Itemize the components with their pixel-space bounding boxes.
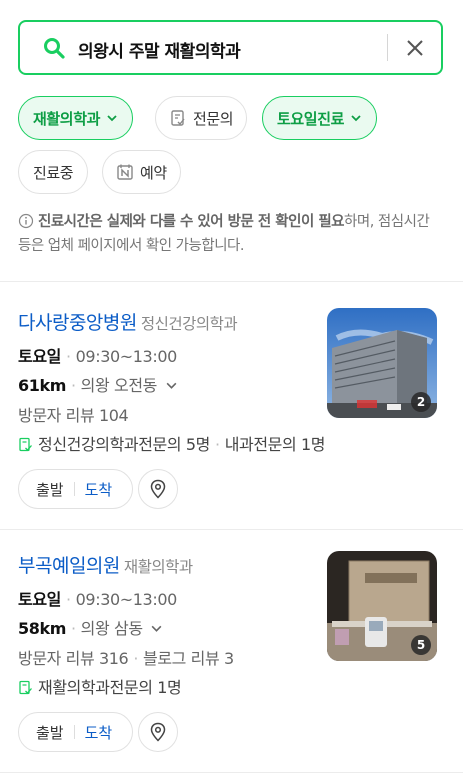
chevron-down-icon[interactable] [150, 622, 163, 635]
filter-chip-reservation[interactable]: 예약 [102, 150, 181, 194]
hours-notice: 진료시간은 실제와 다를 수 있어 방문 전 확인이 필요하며, 점심시간 등은… [18, 210, 446, 258]
route-button[interactable]: 출발 도착 [18, 469, 133, 509]
filter-chip-label: 진료중 [33, 163, 74, 182]
divider [0, 281, 463, 282]
divider [0, 772, 463, 773]
place-name[interactable]: 다사랑중앙병원 [18, 312, 137, 334]
depart-button[interactable]: 출발 [19, 479, 64, 500]
blog-review-count[interactable]: 블로그 리뷰 3 [143, 649, 234, 668]
chevron-down-icon [351, 115, 361, 122]
specialist-icon [19, 437, 32, 452]
filter-chip-saturday[interactable]: 토요일진료 [262, 96, 378, 140]
specialist-info: 내과전문의 1명 [224, 435, 326, 454]
place-category: 재활의학과 [123, 558, 193, 576]
search-input[interactable]: 의왕시 주말 재활의학과 [78, 37, 241, 62]
search-icon [44, 38, 65, 59]
divider [0, 529, 463, 530]
arrive-button[interactable]: 도착 [85, 722, 113, 743]
chevron-down-icon[interactable] [165, 379, 178, 392]
route-button[interactable]: 출발 도착 [18, 712, 133, 752]
reservation-icon [117, 164, 133, 180]
distance: 58km [18, 619, 66, 638]
filter-chip-department[interactable]: 재활의학과 [18, 96, 134, 140]
filter-chip-label: 재활의학과 [33, 109, 101, 128]
specialist-icon [171, 110, 185, 126]
map-button[interactable] [138, 712, 178, 752]
filter-chip-specialist[interactable]: 전문의 [155, 96, 248, 140]
place-photo[interactable]: 2 [327, 308, 437, 418]
specialist-info: 재활의학과전문의 1명 [38, 678, 182, 697]
distance: 61km [18, 376, 66, 395]
info-icon [18, 213, 34, 229]
open-day: 토요일 [18, 347, 61, 366]
close-icon [407, 40, 423, 56]
search-bar[interactable]: 의왕시 주말 재활의학과 [18, 20, 443, 75]
open-hours: 09:30~13:00 [75, 590, 178, 609]
depart-button[interactable]: 출발 [19, 722, 64, 743]
filter-chip-open-now[interactable]: 진료중 [18, 150, 89, 194]
photo-count-badge: 5 [411, 635, 431, 655]
place-photo[interactable]: 5 [327, 551, 437, 661]
open-hours: 09:30~13:00 [75, 347, 178, 366]
clear-search-button[interactable] [400, 33, 430, 63]
visitor-review-count[interactable]: 방문자 리뷰 104 [18, 406, 129, 425]
visitor-review-count[interactable]: 방문자 리뷰 316 [18, 649, 129, 668]
open-day: 토요일 [18, 590, 61, 609]
notice-bold-text: 진료시간은 실제와 다를 수 있어 방문 전 확인이 필요 [38, 214, 345, 230]
specialist-icon [19, 680, 32, 695]
map-pin-icon [150, 479, 166, 499]
filter-chip-label: 전문의 [193, 109, 234, 128]
place-category: 정신건강의학과 [140, 315, 238, 333]
search-divider [387, 34, 388, 61]
place-name[interactable]: 부곡예일의원 [18, 555, 120, 577]
arrive-button[interactable]: 도착 [85, 479, 113, 500]
filter-chip-label: 토요일진료 [277, 109, 345, 128]
address[interactable]: 의왕 삼동 [81, 619, 143, 638]
photo-count-badge: 2 [411, 392, 431, 412]
specialist-info: 정신건강의학과전문의 5명 [38, 435, 210, 454]
chevron-down-icon [107, 115, 117, 122]
map-pin-icon [150, 722, 166, 742]
address[interactable]: 의왕 오전동 [81, 376, 158, 395]
filter-chip-label: 예약 [140, 163, 167, 182]
map-button[interactable] [138, 469, 178, 509]
